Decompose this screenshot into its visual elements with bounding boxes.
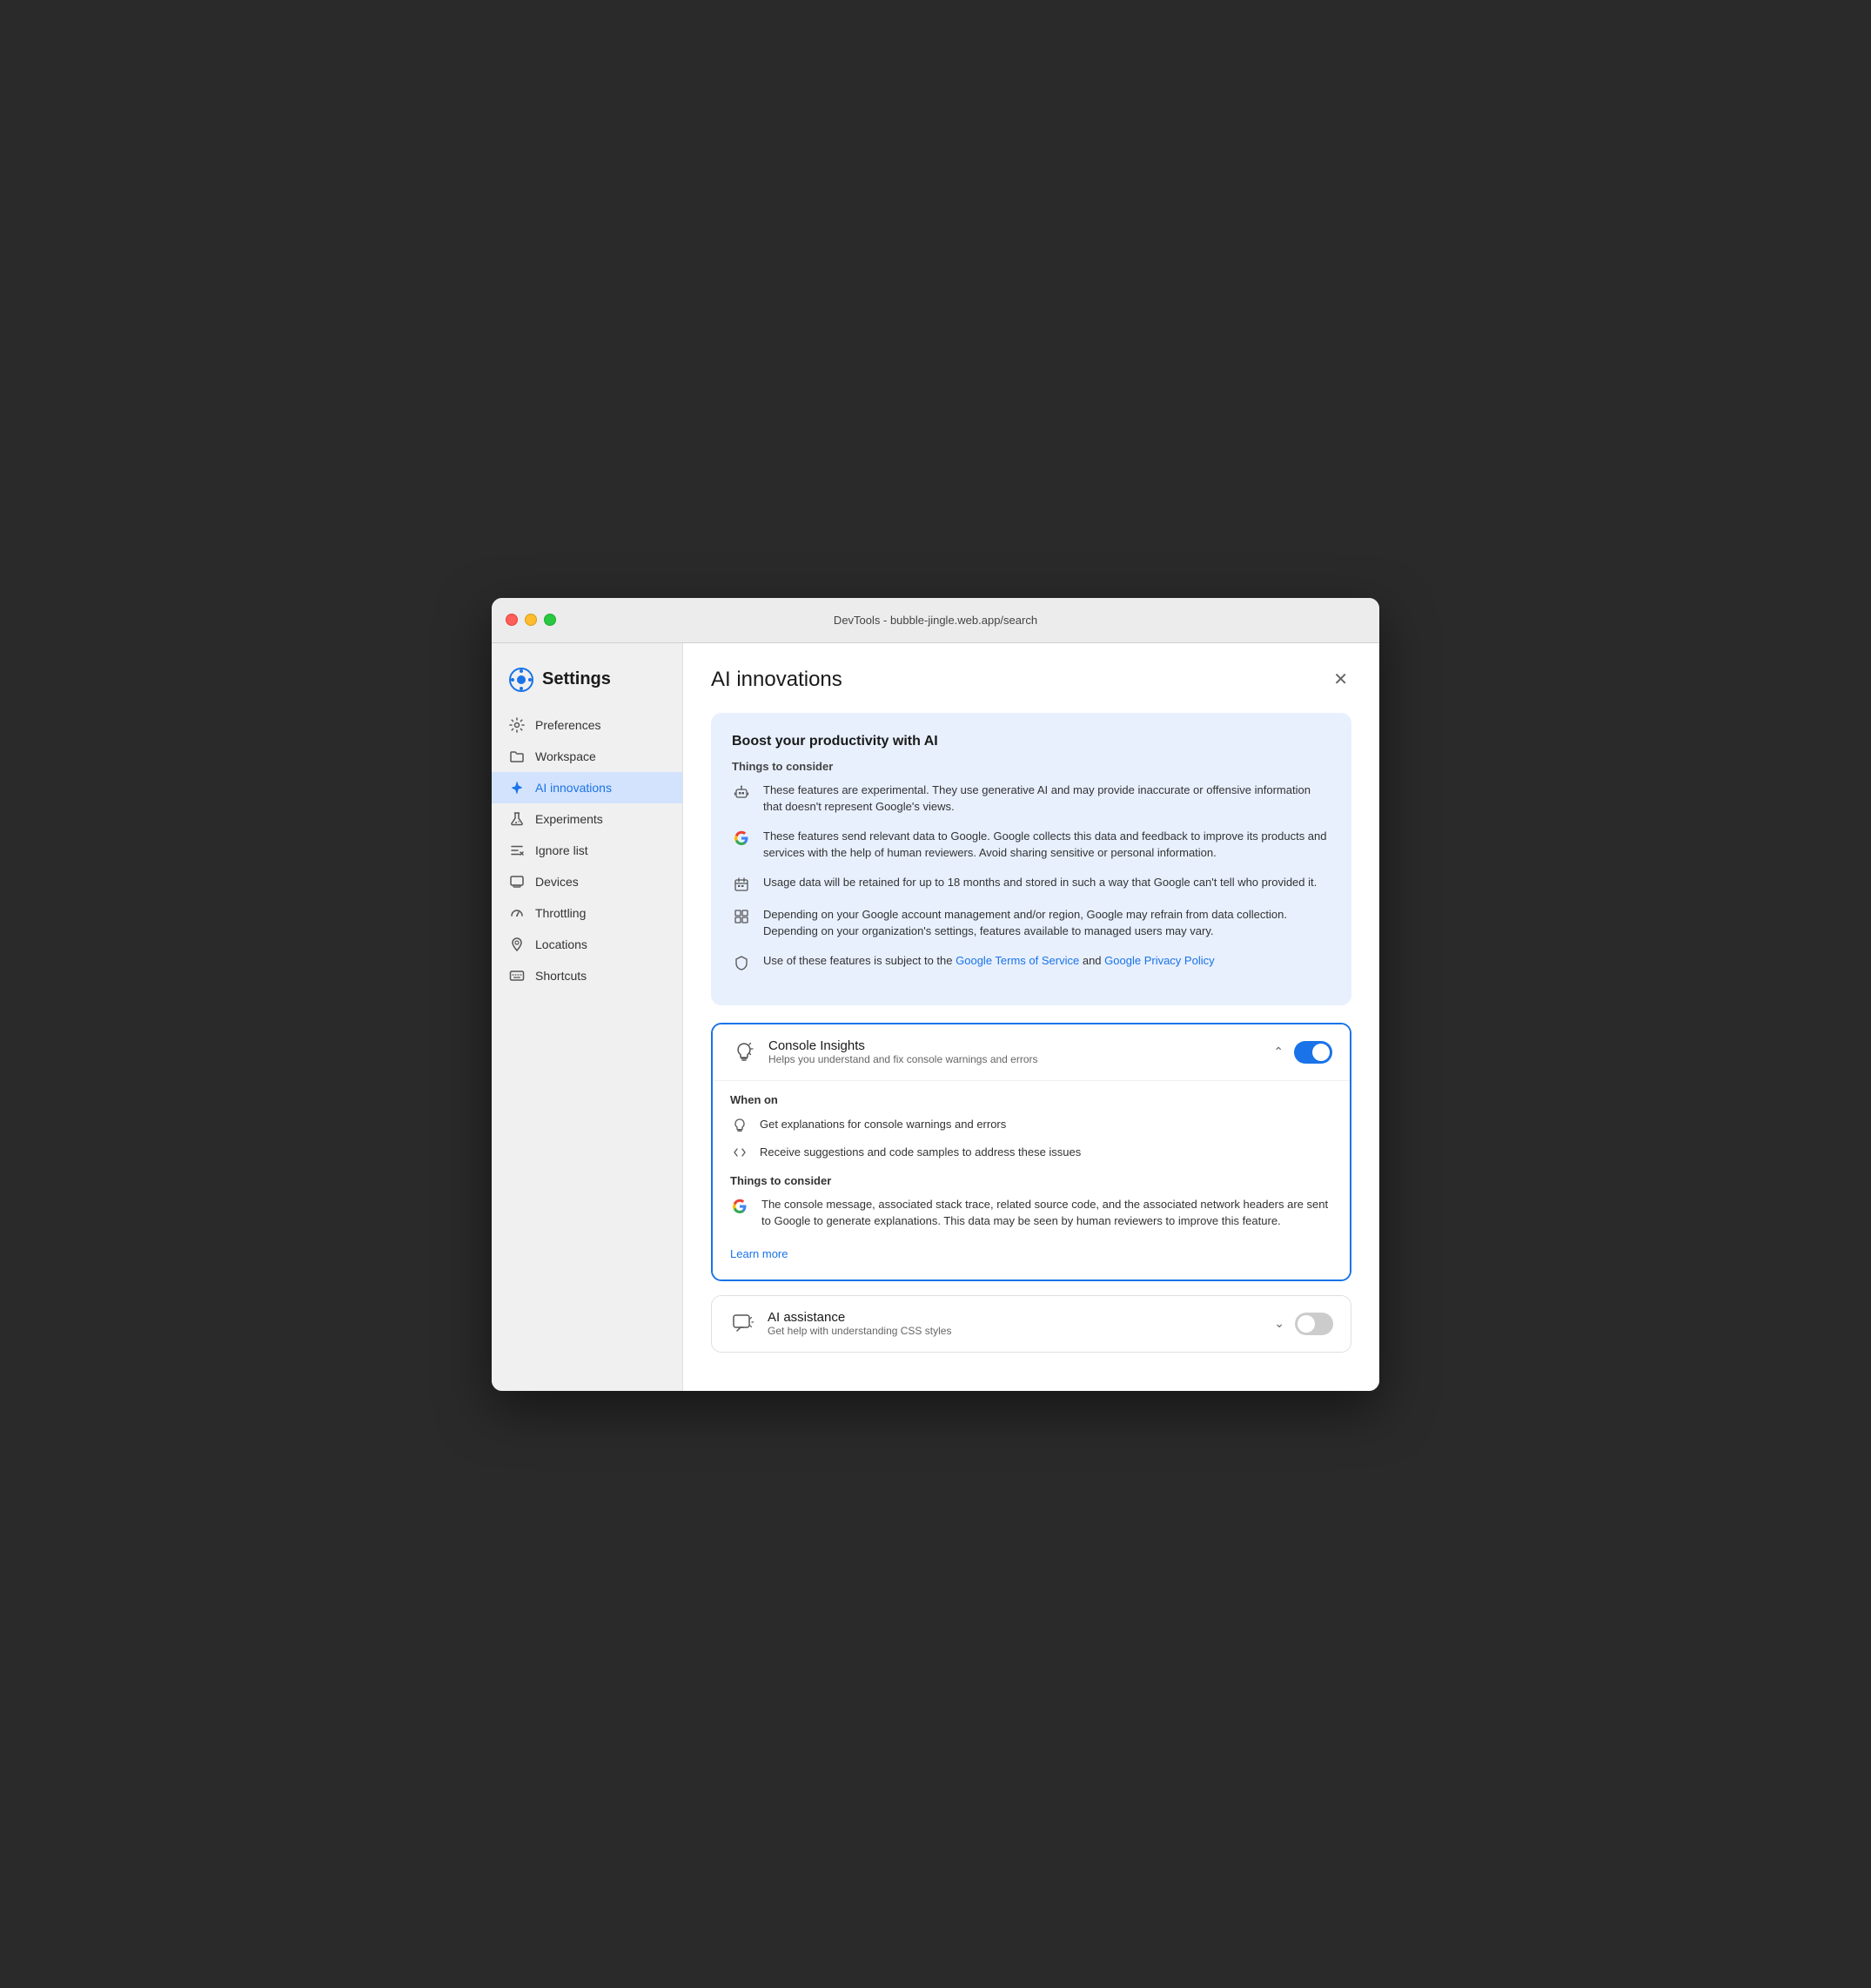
console-insights-info: Console Insights Helps you understand an…: [768, 1038, 1273, 1065]
gauge-icon: [509, 905, 525, 921]
info-item-5: Use of these features is subject to the …: [732, 952, 1331, 972]
info-item-3: Usage data will be retained for up to 18…: [732, 874, 1331, 894]
close-panel-button[interactable]: ✕: [1330, 668, 1351, 692]
sidebar-item-throttling[interactable]: Throttling: [492, 897, 682, 929]
ai-assistance-header: AI assistance Get help with understandin…: [712, 1296, 1351, 1352]
sidebar-header: Settings: [492, 661, 682, 709]
console-insights-card: Console Insights Helps you understand an…: [711, 1023, 1351, 1281]
chat-spark-icon: [729, 1310, 757, 1338]
info-item-1: These features are experimental. They us…: [732, 782, 1331, 816]
when-on-text-2: Receive suggestions and code samples to …: [760, 1145, 1081, 1159]
when-on-text-1: Get explanations for console warnings an…: [760, 1118, 1006, 1131]
sidebar-item-shortcuts[interactable]: Shortcuts: [492, 960, 682, 991]
sidebar-label-shortcuts: Shortcuts: [535, 969, 587, 983]
sidebar: Settings Preferences: [492, 643, 683, 1391]
sidebar-item-locations[interactable]: Locations: [492, 929, 682, 960]
settings-window: DevTools - bubble-jingle.web.app/search …: [492, 598, 1379, 1391]
sidebar-label-ignore-list: Ignore list: [535, 843, 588, 857]
learn-more-link[interactable]: Learn more: [730, 1247, 788, 1260]
settings-logo-icon: [509, 668, 533, 692]
sidebar-label-preferences: Preferences: [535, 718, 600, 732]
sidebar-label-devices: Devices: [535, 875, 579, 889]
keyboard-icon: [509, 968, 525, 984]
console-insights-header: Console Insights Helps you understand an…: [713, 1024, 1350, 1080]
info-card-title: Boost your productivity with AI: [732, 734, 1331, 749]
when-on-item-2: Receive suggestions and code samples to …: [730, 1143, 1332, 1162]
info-item-text-5: Use of these features is subject to the …: [763, 952, 1215, 970]
google-g-icon-2: [730, 1197, 749, 1216]
info-item-4: Depending on your Google account managem…: [732, 906, 1331, 940]
sidebar-item-experiments[interactable]: Experiments: [492, 803, 682, 835]
console-insights-name: Console Insights: [768, 1038, 1273, 1053]
ai-assistance-card: AI assistance Get help with understandin…: [711, 1295, 1351, 1353]
ai-assistance-controls: ⌄: [1274, 1313, 1333, 1335]
maximize-button[interactable]: [544, 614, 556, 626]
ai-assistance-desc: Get help with understanding CSS styles: [768, 1325, 1274, 1337]
pin-icon: [509, 937, 525, 952]
sidebar-item-workspace[interactable]: Workspace: [492, 741, 682, 772]
things-item-1: The console message, associated stack tr…: [730, 1196, 1332, 1230]
things-to-consider-title: Things to consider: [730, 1174, 1332, 1187]
close-button[interactable]: [506, 614, 518, 626]
console-insights-expanded: When on Get explanations for console war…: [713, 1080, 1350, 1279]
info-item-2: These features send relevant data to Goo…: [732, 828, 1331, 862]
titlebar: DevTools - bubble-jingle.web.app/search: [492, 598, 1379, 643]
sidebar-label-locations: Locations: [535, 937, 587, 951]
info-item-text-3: Usage data will be retained for up to 18…: [763, 874, 1317, 891]
minimize-button[interactable]: [525, 614, 537, 626]
privacy-link[interactable]: Google Privacy Policy: [1104, 954, 1214, 967]
grid-icon: [732, 907, 751, 926]
main-panel: AI innovations ✕ Boost your productivity…: [683, 643, 1379, 1391]
ai-assistance-toggle[interactable]: [1295, 1313, 1333, 1335]
gear-icon: [509, 717, 525, 733]
console-insights-desc: Helps you understand and fix console war…: [768, 1053, 1273, 1065]
sparkle-icon: [509, 780, 525, 796]
traffic-lights: [506, 614, 556, 626]
device-icon: [509, 874, 525, 890]
things-text-1: The console message, associated stack tr…: [761, 1196, 1332, 1230]
chevron-down-icon[interactable]: ⌄: [1274, 1316, 1284, 1331]
flask-icon: [509, 811, 525, 827]
info-card: Boost your productivity with AI Things t…: [711, 713, 1351, 1005]
shield-icon: [732, 953, 751, 972]
sidebar-item-ignore-list[interactable]: Ignore list: [492, 835, 682, 866]
sidebar-label-throttling: Throttling: [535, 906, 586, 920]
list-x-icon: [509, 843, 525, 858]
console-insights-toggle[interactable]: [1294, 1041, 1332, 1064]
info-card-subtitle: Things to consider: [732, 760, 1331, 773]
main-header: AI innovations ✕: [711, 668, 1351, 692]
sidebar-item-ai-innovations[interactable]: AI innovations: [492, 772, 682, 803]
window-title: DevTools - bubble-jingle.web.app/search: [834, 614, 1037, 627]
info-item-text-4: Depending on your Google account managem…: [763, 906, 1331, 940]
ai-assistance-name: AI assistance: [768, 1310, 1274, 1325]
sidebar-label-experiments: Experiments: [535, 812, 603, 826]
ai-assistance-info: AI assistance Get help with understandin…: [768, 1310, 1274, 1337]
lightbulb-icon: [730, 1115, 749, 1134]
sidebar-item-devices[interactable]: Devices: [492, 866, 682, 897]
page-title: AI innovations: [711, 668, 842, 692]
info-item-text-1: These features are experimental. They us…: [763, 782, 1331, 816]
lightbulb-spark-icon: [730, 1038, 758, 1066]
code-icon: [730, 1143, 749, 1162]
chevron-up-icon[interactable]: ⌃: [1273, 1044, 1284, 1059]
sidebar-title: Settings: [542, 669, 611, 689]
console-insights-controls: ⌃: [1273, 1041, 1332, 1064]
when-on-item-1: Get explanations for console warnings an…: [730, 1115, 1332, 1134]
info-item-text-2: These features send relevant data to Goo…: [763, 828, 1331, 862]
folder-icon: [509, 749, 525, 764]
main-content: Settings Preferences: [492, 643, 1379, 1391]
sidebar-label-ai-innovations: AI innovations: [535, 781, 612, 795]
sidebar-item-preferences[interactable]: Preferences: [492, 709, 682, 741]
sidebar-label-workspace: Workspace: [535, 749, 596, 763]
when-on-title: When on: [730, 1093, 1332, 1106]
google-g-icon-1: [732, 829, 751, 848]
robot-icon: [732, 782, 751, 802]
calendar-icon: [732, 875, 751, 894]
tos-link[interactable]: Google Terms of Service: [956, 954, 1079, 967]
